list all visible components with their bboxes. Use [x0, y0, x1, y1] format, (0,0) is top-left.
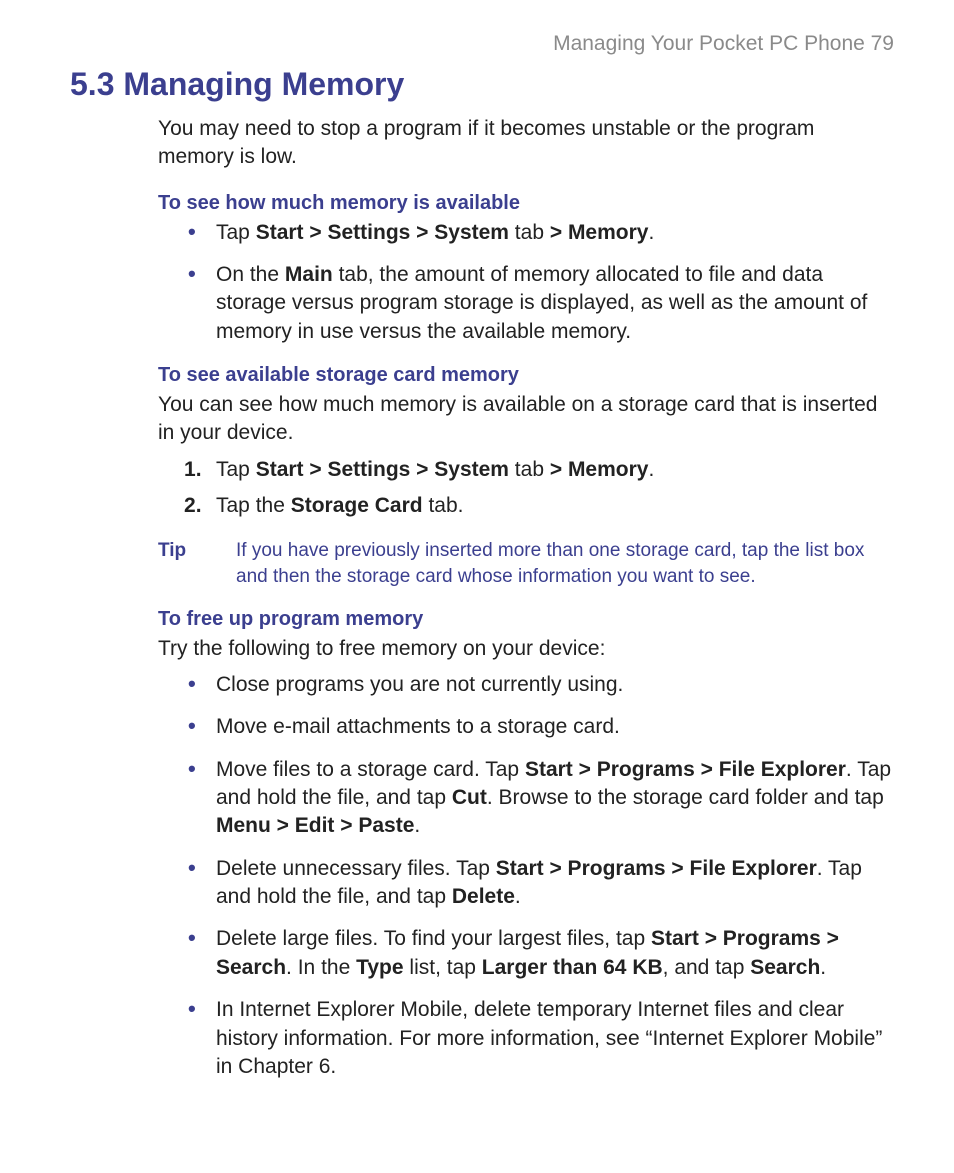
- list-item: Delete unnecessary files. Tap Start > Pr…: [216, 855, 894, 912]
- body-content: You may need to stop a program if it bec…: [158, 115, 894, 1081]
- document-page: Managing Your Pocket PC Phone 79 5.3 Man…: [0, 0, 954, 1173]
- text-run: Tap: [216, 221, 256, 244]
- bold-run: Menu > Edit > Paste: [216, 814, 414, 837]
- numbered-list-storage-card: Tap Start > Settings > System tab > Memo…: [158, 456, 894, 521]
- list-item: Move e-mail attachments to a storage car…: [216, 713, 894, 741]
- bold-run: Main: [285, 263, 333, 286]
- bold-run: Start > Settings > System: [256, 458, 509, 481]
- bold-run: Storage Card: [291, 494, 423, 517]
- text-run: .: [648, 458, 654, 481]
- text-run: .: [515, 885, 521, 908]
- list-item: On the Main tab, the amount of memory al…: [216, 261, 894, 346]
- list-item: Move files to a storage card. Tap Start …: [216, 756, 894, 841]
- bold-run: Start > Programs > File Explorer: [525, 758, 846, 781]
- subhead-memory-available: To see how much memory is available: [158, 192, 894, 215]
- tip-label: Tip: [158, 538, 236, 589]
- text-run: list, tap: [404, 956, 482, 979]
- bold-run: Cut: [452, 786, 487, 809]
- text-run: .: [820, 956, 826, 979]
- intro-paragraph: You may need to stop a program if it bec…: [158, 115, 894, 172]
- bold-run: > Memory: [550, 221, 649, 244]
- list-item: Tap Start > Settings > System tab > Memo…: [216, 219, 894, 247]
- list-item: Delete large files. To find your largest…: [216, 925, 894, 982]
- bold-run: Start > Programs > File Explorer: [496, 857, 817, 880]
- bold-run: Type: [356, 956, 403, 979]
- text-run: Tap the: [216, 494, 291, 517]
- text-run: . In the: [286, 956, 356, 979]
- bold-run: Search: [750, 956, 820, 979]
- text-run: . Browse to the storage card folder and …: [487, 786, 884, 809]
- tip-block: Tip If you have previously inserted more…: [158, 538, 894, 589]
- text-run: tab: [509, 458, 550, 481]
- subhead-storage-card: To see available storage card memory: [158, 364, 894, 387]
- list-item: In Internet Explorer Mobile, delete temp…: [216, 996, 894, 1081]
- paragraph: Try the following to free memory on your…: [158, 635, 894, 663]
- list-item: Close programs you are not currently usi…: [216, 671, 894, 699]
- text-run: Delete large files. To find your largest…: [216, 927, 651, 950]
- bold-run: Delete: [452, 885, 515, 908]
- list-item: Tap Start > Settings > System tab > Memo…: [216, 456, 894, 484]
- section-title: 5.3 Managing Memory: [70, 66, 894, 103]
- text-run: On the: [216, 263, 285, 286]
- text-run: Delete unnecessary files. Tap: [216, 857, 496, 880]
- bold-run: Larger than 64 KB: [482, 956, 663, 979]
- text-run: tab.: [423, 494, 464, 517]
- text-run: Move files to a storage card. Tap: [216, 758, 525, 781]
- tip-text: If you have previously inserted more tha…: [236, 538, 894, 589]
- text-run: .: [648, 221, 654, 244]
- bullet-list-free-memory: Close programs you are not currently usi…: [158, 671, 894, 1081]
- text-run: , and tap: [663, 956, 751, 979]
- paragraph: You can see how much memory is available…: [158, 391, 894, 448]
- list-item: Tap the Storage Card tab.: [216, 492, 894, 520]
- running-header: Managing Your Pocket PC Phone 79: [70, 32, 894, 56]
- bullet-list-memory-available: Tap Start > Settings > System tab > Memo…: [158, 219, 894, 346]
- text-run: Tap: [216, 458, 256, 481]
- subhead-free-memory: To free up program memory: [158, 608, 894, 631]
- bold-run: > Memory: [550, 458, 649, 481]
- text-run: .: [414, 814, 420, 837]
- text-run: tab: [509, 221, 550, 244]
- bold-run: Start > Settings > System: [256, 221, 509, 244]
